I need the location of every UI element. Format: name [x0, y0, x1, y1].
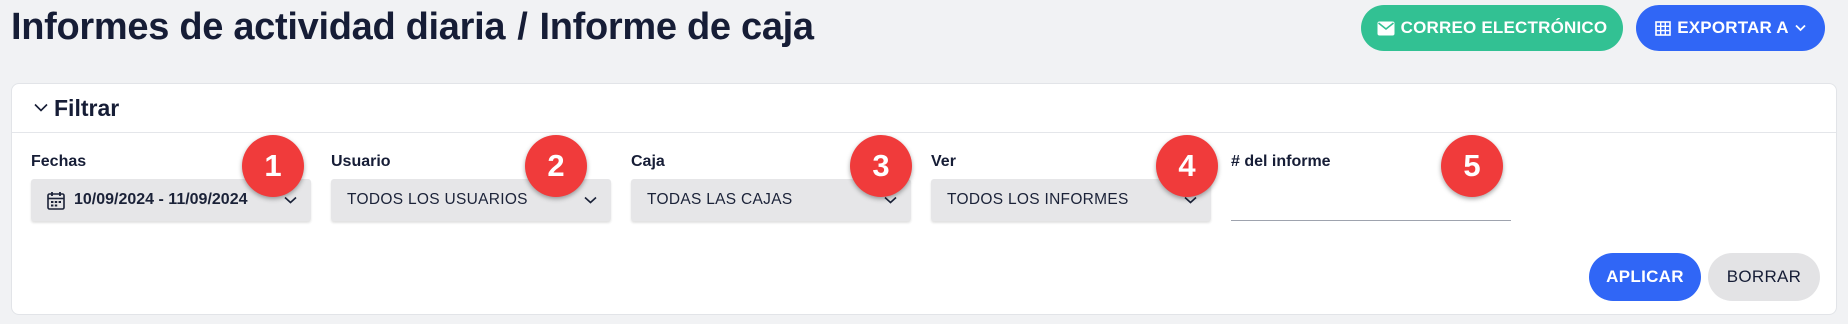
filter-toggle[interactable]: Filtrar — [12, 84, 1836, 133]
page-header: Informes de actividad diaria / Informe de … — [11, 0, 1837, 62]
user-label: Usuario — [331, 153, 391, 170]
breadcrumb-separator: / — [517, 6, 528, 48]
register-label: Caja — [631, 153, 665, 170]
user-field: Usuario TODOS LOS USUARIOS 2 — [331, 135, 631, 233]
date-range-field: Fechas 10/09/2024 - 11/09/2024 1 — [31, 135, 331, 233]
breadcrumb-parent[interactable]: Informes de actividad diaria — [11, 6, 506, 48]
annotation-badge-3: 3 — [850, 135, 912, 197]
email-button-label: CORREO ELECTRÓNICO — [1400, 18, 1608, 37]
chevron-down-icon — [584, 191, 597, 209]
annotation-badge-5: 5 — [1441, 135, 1503, 197]
chevron-down-icon — [1795, 24, 1806, 32]
email-button[interactable]: CORREO ELECTRÓNICO — [1361, 5, 1623, 51]
calendar-icon — [47, 191, 65, 210]
register-field: Caja TODAS LAS CAJAS 3 — [631, 135, 931, 233]
page-title: Informes de actividad diaria / Informe de … — [11, 6, 814, 49]
chevron-down-icon — [34, 99, 48, 117]
export-button[interactable]: EXPORTAR A — [1636, 5, 1825, 51]
report-number-label: # del informe — [1231, 153, 1331, 170]
apply-button[interactable]: APLICAR — [1589, 253, 1701, 301]
envelope-icon — [1377, 21, 1395, 36]
view-label: Ver — [931, 153, 956, 170]
report-number-field: # del informe 5 — [1231, 135, 1531, 233]
date-range-label: Fechas — [31, 153, 87, 170]
annotation-badge-4: 4 — [1156, 135, 1218, 197]
clear-button[interactable]: BORRAR — [1708, 253, 1820, 301]
view-value: TODOS LOS INFORMES — [947, 191, 1129, 208]
breadcrumb-current: Informe de caja — [539, 6, 814, 48]
filter-title: Filtrar — [54, 94, 120, 121]
table-icon — [1655, 20, 1672, 36]
view-field: Ver TODOS LOS INFORMES 4 — [931, 135, 1231, 233]
filter-panel: Filtrar Fechas 10/09/2024 - 11/09/2024 1… — [11, 83, 1837, 315]
annotation-badge-2: 2 — [525, 135, 587, 197]
register-value: TODAS LAS CAJAS — [647, 191, 793, 208]
export-button-label: EXPORTAR A — [1677, 18, 1789, 37]
date-range-value: 10/09/2024 - 11/09/2024 — [74, 191, 248, 208]
annotation-badge-1: 1 — [242, 135, 304, 197]
